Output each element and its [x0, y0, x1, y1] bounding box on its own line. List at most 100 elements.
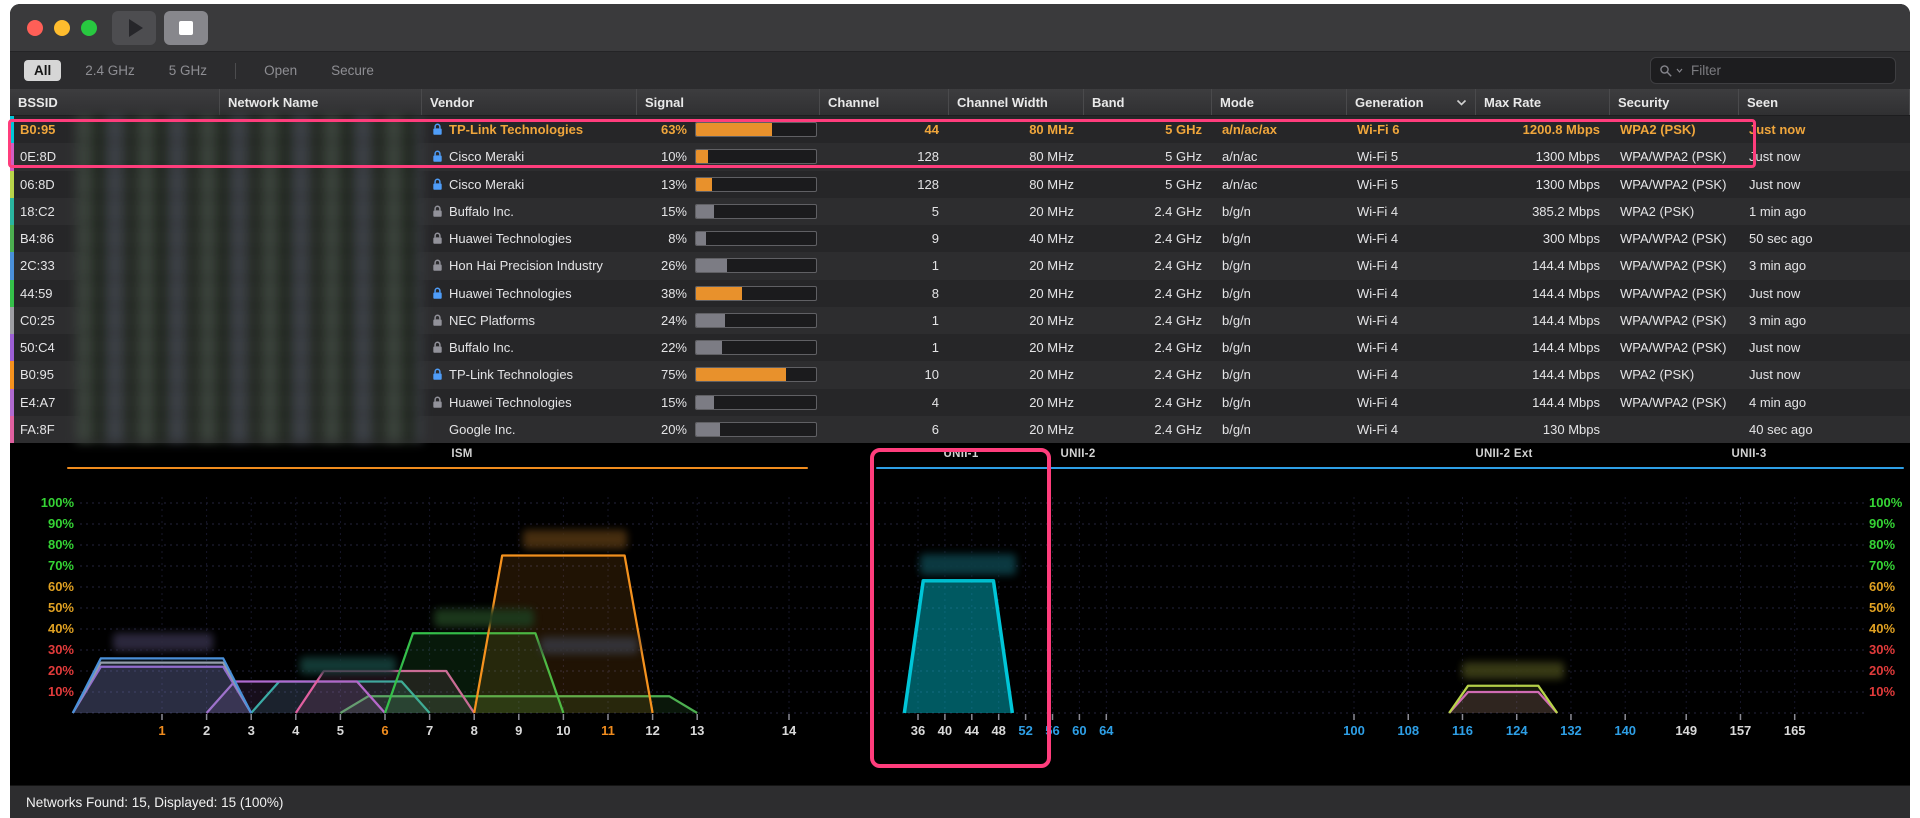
- network-curve-ch44: [904, 581, 1012, 713]
- network-color-stripe: [10, 116, 14, 143]
- column-header-band[interactable]: Band: [1084, 89, 1212, 115]
- column-header-channel[interactable]: Channel: [820, 89, 949, 115]
- stop-icon: [179, 21, 193, 35]
- cell-seen: 1 min ago: [1739, 204, 1910, 219]
- signal-percent: 38%: [645, 286, 687, 301]
- titlebar: [10, 4, 1910, 51]
- signal-bar-fill: [696, 314, 725, 327]
- vendor-name: Cisco Meraki: [449, 149, 524, 164]
- vendor-name: Buffalo Inc.: [449, 204, 514, 219]
- cell-generation: Wi-Fi 6: [1347, 122, 1476, 137]
- lock-icon: [432, 232, 443, 245]
- cell-channel: 9: [820, 231, 949, 246]
- scan-stop-button[interactable]: [164, 11, 208, 45]
- filter-segment-open[interactable]: Open: [254, 60, 307, 81]
- network-color-stripe: [10, 143, 14, 170]
- cell-signal: 8%: [637, 231, 820, 246]
- signal-percent: 15%: [645, 204, 687, 219]
- cell-mode: b/g/n: [1212, 395, 1347, 410]
- cell-channel-width: 80 MHz: [949, 122, 1084, 137]
- cell-seen: 4 min ago: [1739, 395, 1910, 410]
- cell-channel: 128: [820, 177, 949, 192]
- signal-percent: 24%: [645, 313, 687, 328]
- cell-max-rate: 1200.8 Mbps: [1476, 122, 1610, 137]
- cell-security: WPA/WPA2 (PSK): [1610, 313, 1739, 328]
- column-header-max-rate[interactable]: Max Rate: [1476, 89, 1610, 115]
- cell-generation: Wi-Fi 4: [1347, 204, 1476, 219]
- signal-bar: [695, 367, 817, 382]
- cell-vendor: Hon Hai Precision Industry: [422, 258, 637, 273]
- minimize-button[interactable]: [54, 20, 70, 36]
- column-header-label: Mode: [1220, 95, 1254, 110]
- signal-bar: [695, 258, 817, 273]
- filter-segment-5-ghz[interactable]: 5 GHz: [159, 60, 217, 81]
- signal-bar: [695, 231, 817, 246]
- cell-vendor: Huawei Technologies: [422, 395, 637, 410]
- column-header-seen[interactable]: Seen: [1739, 89, 1910, 115]
- cell-generation: Wi-Fi 4: [1347, 231, 1476, 246]
- spectrum-svg: [10, 443, 1910, 785]
- column-header-signal[interactable]: Signal: [637, 89, 820, 115]
- cell-seen: 3 min ago: [1739, 258, 1910, 273]
- cell-band: 2.4 GHz: [1084, 395, 1212, 410]
- column-header-label: BSSID: [18, 95, 58, 110]
- cell-band: 2.4 GHz: [1084, 286, 1212, 301]
- network-color-stripe: [10, 334, 14, 361]
- vendor-name: TP-Link Technologies: [449, 122, 583, 137]
- filter-search-box[interactable]: [1650, 57, 1896, 84]
- cell-channel: 10: [820, 367, 949, 382]
- status-text: Networks Found: 15, Displayed: 15 (100%): [26, 795, 283, 810]
- cell-channel-width: 20 MHz: [949, 395, 1084, 410]
- cell-max-rate: 130 Mbps: [1476, 422, 1610, 437]
- cell-max-rate: 144.4 Mbps: [1476, 340, 1610, 355]
- cell-max-rate: 144.4 Mbps: [1476, 286, 1610, 301]
- filter-segment-secure[interactable]: Secure: [321, 60, 384, 81]
- cell-vendor: Buffalo Inc.: [422, 340, 637, 355]
- filter-segment-2-4-ghz[interactable]: 2.4 GHz: [75, 60, 145, 81]
- cell-mode: b/g/n: [1212, 340, 1347, 355]
- network-color-stripe: [10, 198, 14, 225]
- cell-band: 2.4 GHz: [1084, 204, 1212, 219]
- cell-mode: a/n/ac/ax: [1212, 122, 1347, 137]
- redacted-ssid-label: [920, 554, 1016, 575]
- filter-input[interactable]: [1691, 63, 1887, 78]
- cell-signal: 15%: [637, 395, 820, 410]
- redacted-ssid-label: [300, 657, 396, 674]
- lock-icon: [432, 314, 443, 327]
- column-header-label: Channel: [828, 95, 879, 110]
- filter-segment-all[interactable]: All: [24, 60, 61, 81]
- network-curve-ch1: [73, 658, 251, 713]
- column-header-generation[interactable]: Generation: [1347, 89, 1476, 115]
- signal-bar-fill: [696, 423, 720, 436]
- column-header-label: Band: [1092, 95, 1125, 110]
- zoom-button[interactable]: [81, 20, 97, 36]
- network-color-stripe: [10, 225, 14, 252]
- cell-max-rate: 1300 Mbps: [1476, 177, 1610, 192]
- column-header-channel-width[interactable]: Channel Width: [949, 89, 1084, 115]
- column-header-vendor[interactable]: Vendor: [422, 89, 637, 115]
- signal-bar: [695, 122, 817, 137]
- cell-mode: b/g/n: [1212, 286, 1347, 301]
- network-curve-ch128: [1449, 686, 1557, 713]
- network-color-stripe: [10, 280, 14, 307]
- cell-generation: Wi-Fi 5: [1347, 177, 1476, 192]
- table-header: BSSID Network NameVendorSignal Channel Chan…: [10, 89, 1910, 116]
- cell-signal: 38%: [637, 286, 820, 301]
- app-window: All 2.4 GHz 5 GHz Open Secure BSSID Network N…: [10, 4, 1910, 818]
- scan-start-button[interactable]: [112, 11, 156, 45]
- signal-percent: 15%: [645, 395, 687, 410]
- vendor-name: Hon Hai Precision Industry: [449, 258, 603, 273]
- vendor-name: Huawei Technologies: [449, 395, 572, 410]
- column-header-mode[interactable]: Mode: [1212, 89, 1347, 115]
- cell-channel-width: 40 MHz: [949, 231, 1084, 246]
- page-background: All 2.4 GHz 5 GHz Open Secure BSSID Network N…: [0, 0, 1920, 818]
- column-header-security[interactable]: Security: [1610, 89, 1739, 115]
- close-button[interactable]: [27, 20, 43, 36]
- cell-signal: 15%: [637, 204, 820, 219]
- column-header-network-name[interactable]: Network Name: [220, 89, 422, 115]
- column-header-bssid[interactable]: BSSID: [10, 89, 220, 115]
- cell-security: WPA/WPA2 (PSK): [1610, 340, 1739, 355]
- lock-icon: [432, 205, 443, 218]
- cell-vendor: NEC Platforms: [422, 313, 637, 328]
- cell-vendor: Huawei Technologies: [422, 286, 637, 301]
